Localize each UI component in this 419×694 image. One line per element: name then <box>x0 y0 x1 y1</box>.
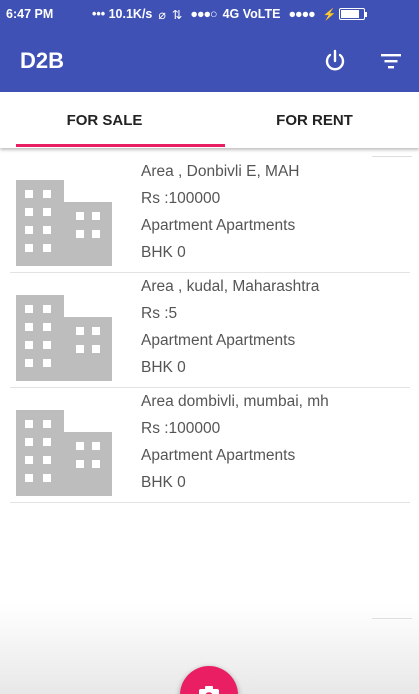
building-icon <box>16 410 112 496</box>
data-arrows-icon: ⇅ <box>171 7 183 22</box>
building-icon <box>16 180 112 266</box>
listing-type: Apartment Apartments <box>141 217 296 234</box>
battery-icon: ⚡ <box>323 8 368 21</box>
list-item[interactable]: Area , Donbivli E, MAH Rs :100000 Apartm… <box>10 158 410 273</box>
signal-icon: ●●●○ <box>190 7 217 21</box>
app-title: D2B <box>20 48 65 73</box>
listing-list[interactable]: Area , Donbivli E, MAH Rs :100000 Apartm… <box>0 148 419 694</box>
signal-icon-2: ●●●● <box>288 7 315 21</box>
divider <box>372 156 412 157</box>
sync-off-icon: ⌀ <box>158 7 166 22</box>
listing-type: Apartment Apartments <box>141 332 296 349</box>
tab-selected-indicator <box>16 144 225 147</box>
network-speed: ••• 10.1K/s <box>92 7 153 21</box>
listing-price: Rs :100000 <box>141 420 221 437</box>
list-item[interactable]: Area dombivli, mumbai, mh Rs :100000 Apa… <box>10 388 410 503</box>
listing-area: Area , Donbivli E, MAH <box>141 163 300 180</box>
listing-bhk: BHK 0 <box>141 359 186 376</box>
carrier-label: 4G VoLTE <box>222 7 281 21</box>
charging-bolt-icon: ⚡ <box>322 8 337 21</box>
app-bar: D2B <box>0 28 419 92</box>
tab-for-sale[interactable]: FOR SALE <box>0 92 209 148</box>
listing-bhk: BHK 0 <box>141 474 186 491</box>
listing-area: Area dombivli, mumbai, mh <box>141 393 329 410</box>
listing-type: Apartment Apartments <box>141 447 296 464</box>
listing-price: Rs :5 <box>141 305 178 322</box>
filter-icon[interactable] <box>376 46 406 76</box>
tab-for-rent[interactable]: FOR RENT <box>210 92 419 148</box>
listing-area: Area , kudal, Maharashtra <box>141 278 320 295</box>
status-time: 6:47 PM <box>6 7 54 21</box>
listing-bhk: BHK 0 <box>141 244 186 261</box>
list-item[interactable]: Area , kudal, Maharashtra Rs :5 Apartmen… <box>10 273 410 388</box>
building-icon <box>16 295 112 381</box>
power-icon[interactable] <box>320 46 350 76</box>
tab-bar: FOR SALE FOR RENT <box>0 92 419 148</box>
camera-icon <box>199 686 219 694</box>
status-bar: 6:47 PM ••• 10.1K/s ⌀ ⇅ ●●●○ 4G VoLTE ●●… <box>0 0 419 28</box>
listing-price: Rs :100000 <box>141 190 221 207</box>
